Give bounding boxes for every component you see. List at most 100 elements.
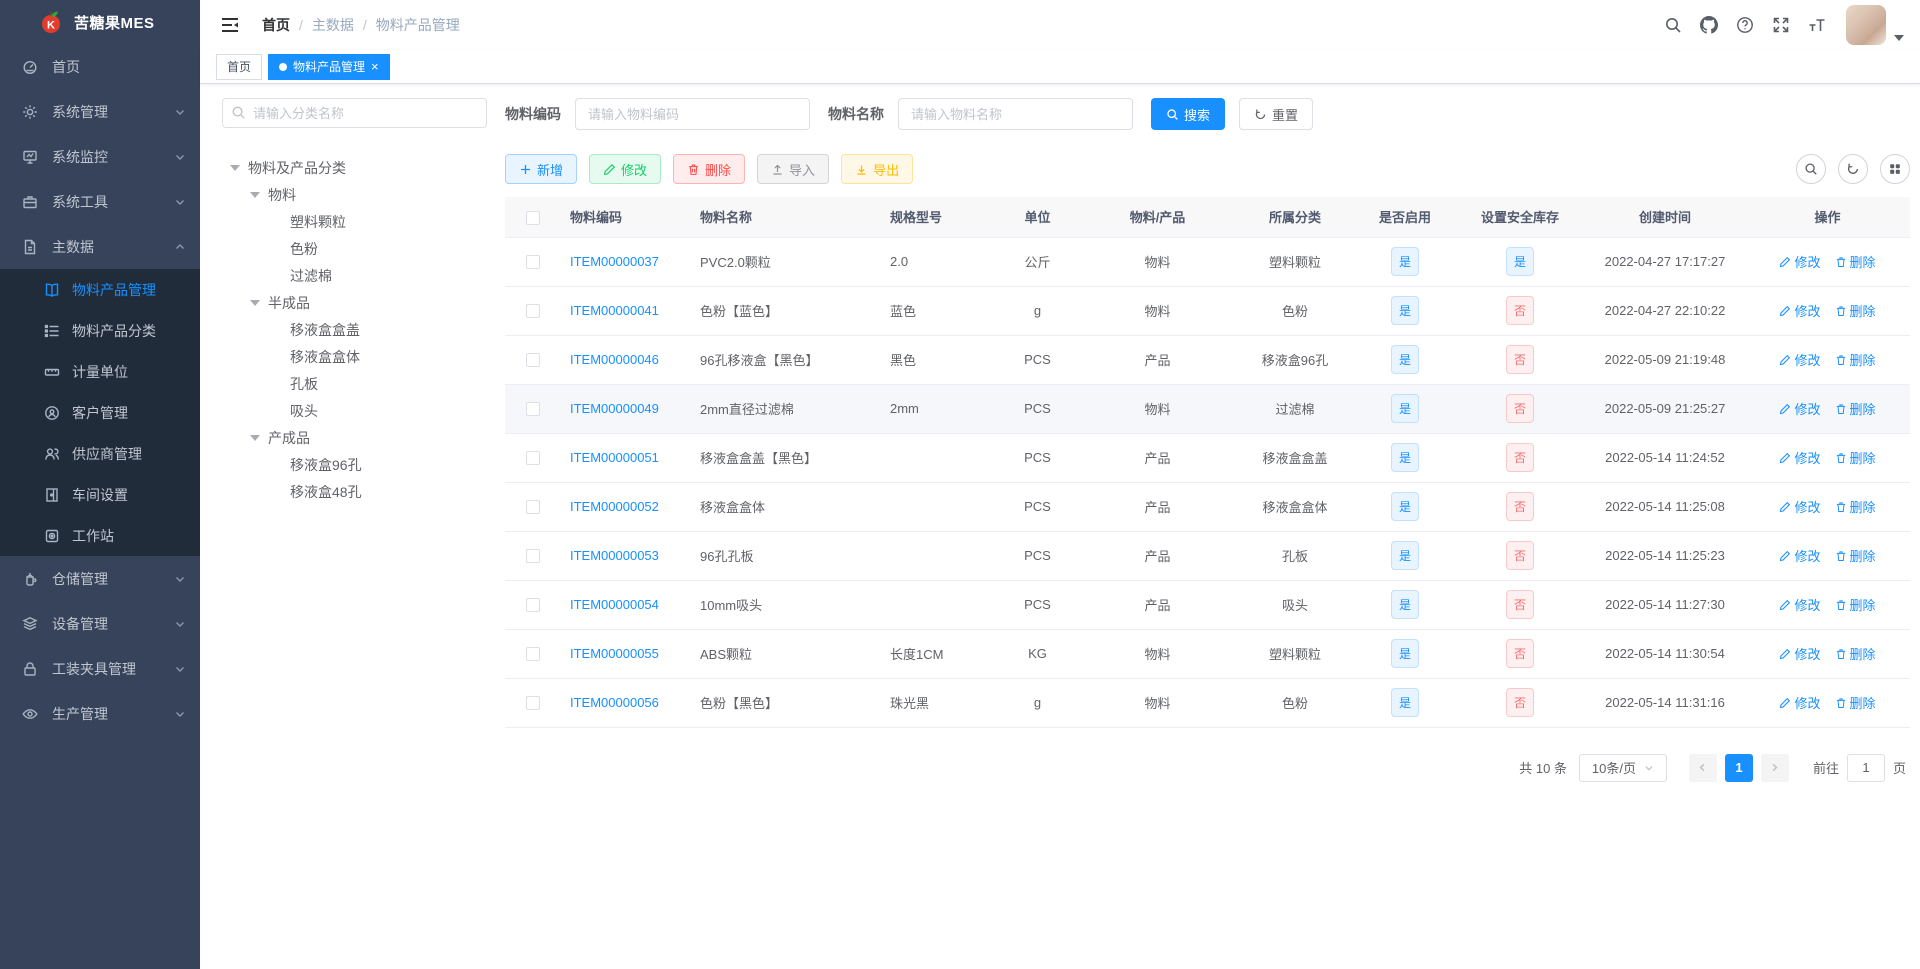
row-edit-link[interactable]: 修改 — [1779, 350, 1821, 369]
row-delete-link[interactable]: 删除 — [1835, 350, 1876, 369]
sidebar-item-master-data[interactable]: 主数据 — [0, 224, 200, 269]
header-search-button[interactable] — [1660, 12, 1686, 38]
row-edit-link[interactable]: 修改 — [1779, 301, 1821, 320]
tree-node[interactable]: 吸头 — [222, 397, 487, 424]
item-code-link[interactable]: ITEM00000056 — [570, 695, 659, 710]
goto-page-input[interactable] — [1846, 753, 1885, 782]
tree-expand-icon[interactable] — [250, 191, 260, 198]
item-code-link[interactable]: ITEM00000055 — [570, 646, 659, 661]
item-code-link[interactable]: ITEM00000053 — [570, 548, 659, 563]
search-button[interactable]: 搜索 — [1151, 98, 1226, 130]
row-edit-link[interactable]: 修改 — [1779, 644, 1821, 663]
row-delete-link[interactable]: 删除 — [1835, 399, 1876, 418]
item-code-link[interactable]: ITEM00000046 — [570, 352, 659, 367]
sidebar-item-system-monitor[interactable]: 系统监控 — [0, 134, 200, 179]
delete-button[interactable]: 删除 — [673, 154, 746, 184]
sidebar-item-device-mgmt[interactable]: 设备管理 — [0, 601, 200, 646]
sidebar-item-customer-mgmt[interactable]: 客户管理 — [0, 392, 200, 433]
item-code-link[interactable]: ITEM00000051 — [570, 450, 659, 465]
sidebar-item-home[interactable]: 首页 — [0, 44, 200, 89]
item-code-link[interactable]: ITEM00000041 — [570, 303, 659, 318]
next-page-button[interactable] — [1760, 753, 1789, 782]
row-checkbox[interactable] — [525, 255, 540, 270]
user-menu[interactable] — [1846, 5, 1904, 45]
item-code-link[interactable]: ITEM00000054 — [570, 597, 659, 612]
sidebar-item-material-product-category[interactable]: 物料产品分类 — [0, 310, 200, 351]
tree-node[interactable]: 物料 — [222, 181, 487, 208]
row-checkbox[interactable] — [525, 402, 540, 417]
row-edit-link[interactable]: 修改 — [1779, 497, 1821, 516]
sidebar-item-production-mgmt[interactable]: 生产管理 — [0, 691, 200, 736]
sidebar-item-workshop-settings[interactable]: 车间设置 — [0, 474, 200, 515]
row-delete-link[interactable]: 删除 — [1835, 252, 1876, 271]
item-code-link[interactable]: ITEM00000049 — [570, 401, 659, 416]
row-delete-link[interactable]: 删除 — [1835, 497, 1876, 516]
tag-material-product-mgmt[interactable]: 物料产品管理 × — [268, 53, 390, 80]
tree-node[interactable]: 过滤棉 — [222, 262, 487, 289]
toggle-search-button[interactable] — [1796, 154, 1826, 184]
tree-expand-icon[interactable] — [230, 164, 240, 171]
tag-home[interactable]: 首页 — [216, 53, 263, 80]
sidebar-item-supplier-mgmt[interactable]: 供应商管理 — [0, 433, 200, 474]
select-all-checkbox[interactable] — [525, 210, 540, 225]
font-size-button[interactable] — [1804, 12, 1830, 38]
column-settings-button[interactable] — [1880, 154, 1910, 184]
import-button[interactable]: 导入 — [757, 154, 830, 184]
tree-node[interactable]: 物料及产品分类 — [222, 154, 487, 181]
tag-close-icon[interactable]: × — [371, 60, 379, 73]
github-button[interactable] — [1696, 12, 1722, 38]
breadcrumb-item[interactable]: 主数据 — [312, 15, 354, 35]
material-code-input[interactable] — [575, 98, 810, 130]
row-edit-link[interactable]: 修改 — [1779, 448, 1821, 467]
tree-node[interactable]: 移液盒盒体 — [222, 343, 487, 370]
row-checkbox[interactable] — [525, 500, 540, 515]
tree-node[interactable]: 孔板 — [222, 370, 487, 397]
app-logo[interactable]: K 苦糖果MES — [0, 0, 200, 44]
row-checkbox[interactable] — [525, 451, 540, 466]
prev-page-button[interactable] — [1688, 753, 1717, 782]
help-button[interactable] — [1732, 12, 1758, 38]
hamburger-icon[interactable] — [220, 15, 240, 35]
sidebar-item-system-tools[interactable]: 系统工具 — [0, 179, 200, 224]
row-checkbox[interactable] — [525, 598, 540, 613]
item-code-link[interactable]: ITEM00000037 — [570, 254, 659, 269]
row-checkbox[interactable] — [525, 696, 540, 711]
row-edit-link[interactable]: 修改 — [1779, 595, 1821, 614]
add-button[interactable]: 新增 — [505, 154, 578, 184]
row-edit-link[interactable]: 修改 — [1779, 546, 1821, 565]
tree-node[interactable]: 塑料颗粒 — [222, 208, 487, 235]
tree-expand-icon[interactable] — [250, 299, 260, 306]
tree-expand-icon[interactable] — [250, 434, 260, 441]
row-checkbox[interactable] — [525, 353, 540, 368]
row-delete-link[interactable]: 删除 — [1835, 448, 1876, 467]
tree-node[interactable]: 色粉 — [222, 235, 487, 262]
tree-node[interactable]: 产成品 — [222, 424, 487, 451]
tree-node[interactable]: 移液盒96孔 — [222, 451, 487, 478]
row-delete-link[interactable]: 删除 — [1835, 644, 1876, 663]
avatar[interactable] — [1846, 5, 1886, 45]
breadcrumb-item[interactable]: 首页 — [262, 15, 290, 35]
row-edit-link[interactable]: 修改 — [1779, 399, 1821, 418]
item-code-link[interactable]: ITEM00000052 — [570, 499, 659, 514]
refresh-table-button[interactable] — [1838, 154, 1868, 184]
row-edit-link[interactable]: 修改 — [1779, 252, 1821, 271]
row-edit-link[interactable]: 修改 — [1779, 693, 1821, 712]
row-delete-link[interactable]: 删除 — [1835, 546, 1876, 565]
row-checkbox[interactable] — [525, 647, 540, 662]
page-number-1[interactable]: 1 — [1724, 753, 1753, 782]
sidebar-item-system-admin[interactable]: 系统管理 — [0, 89, 200, 134]
row-delete-link[interactable]: 删除 — [1835, 693, 1876, 712]
sidebar-item-workstation[interactable]: 工作站 — [0, 515, 200, 556]
tree-node[interactable]: 移液盒盒盖 — [222, 316, 487, 343]
sidebar-item-measure-unit[interactable]: 计量单位 — [0, 351, 200, 392]
sidebar-item-material-product-mgmt[interactable]: 物料产品管理 — [0, 269, 200, 310]
reset-button[interactable]: 重置 — [1239, 98, 1314, 130]
sidebar-item-warehouse-mgmt[interactable]: 仓储管理 — [0, 556, 200, 601]
row-delete-link[interactable]: 删除 — [1835, 301, 1876, 320]
tree-node[interactable]: 移液盒48孔 — [222, 478, 487, 505]
row-delete-link[interactable]: 删除 — [1835, 595, 1876, 614]
edit-button[interactable]: 修改 — [589, 154, 662, 184]
tree-node[interactable]: 半成品 — [222, 289, 487, 316]
fullscreen-button[interactable] — [1768, 12, 1794, 38]
row-checkbox[interactable] — [525, 304, 540, 319]
